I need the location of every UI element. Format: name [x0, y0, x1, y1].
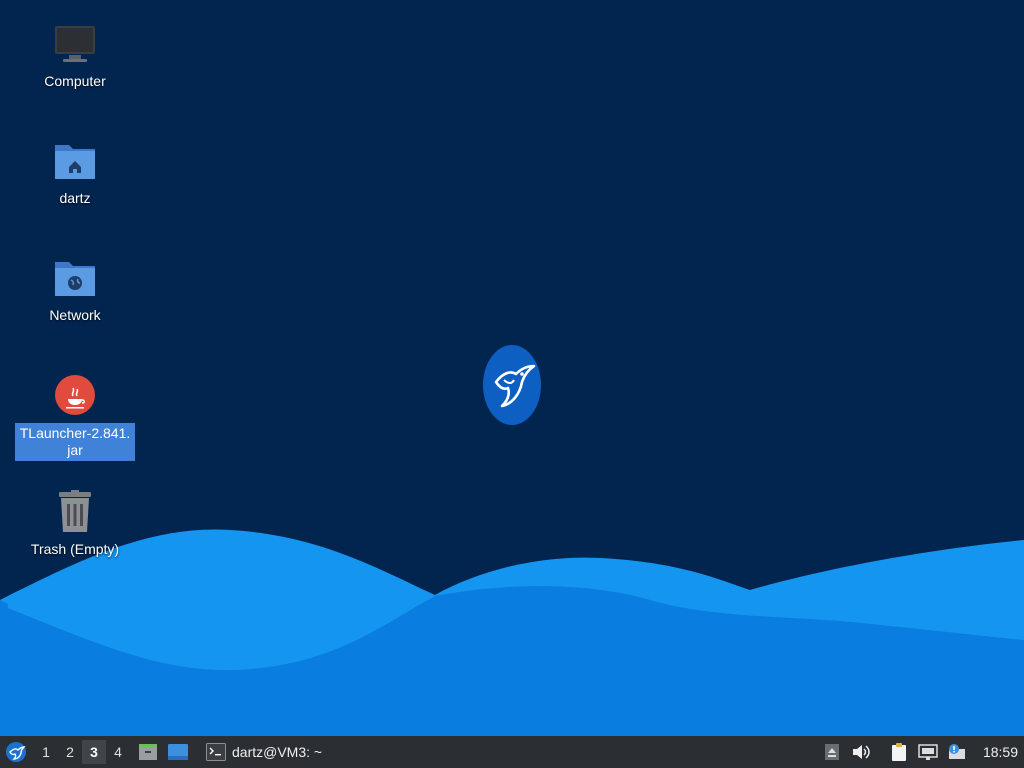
taskbar: 1 2 3 4 dartz@VM3: ~ 18:59: [0, 736, 1024, 768]
file-manager-launcher[interactable]: [136, 740, 160, 764]
network-button[interactable]: [916, 740, 940, 764]
workspace-4[interactable]: 4: [106, 740, 130, 764]
workspace-switcher: 1 2 3 4: [34, 740, 130, 764]
desktop-icon-label: TLauncher-2.841. jar: [15, 423, 135, 461]
trash-icon: [59, 490, 91, 532]
desktop-icon-label: dartz: [59, 190, 91, 206]
volume-button[interactable]: [849, 740, 873, 764]
desktop-icon-label: Computer: [44, 73, 106, 89]
file-manager-icon: [139, 744, 157, 760]
desktop-icon-label: Trash (Empty): [30, 541, 120, 557]
notification-icon: [948, 744, 965, 759]
home-folder-icon: [55, 145, 95, 179]
network-icon: [918, 744, 938, 760]
volume-icon: [852, 745, 870, 759]
network-folder-icon: [55, 262, 95, 296]
desktop-icon-tlauncher[interactable]: TLauncher-2.841. jar: [15, 371, 135, 461]
desktop-icon-computer[interactable]: Computer: [15, 20, 135, 91]
desktop-icon-label: Network: [49, 307, 101, 323]
desktop-icon-home-folder[interactable]: dartz: [15, 137, 135, 208]
desktop-icon-trash[interactable]: Trash (Empty): [15, 488, 135, 559]
start-menu-button[interactable]: [2, 738, 30, 766]
notification-button[interactable]: [945, 740, 969, 764]
distro-logo-icon: [6, 742, 26, 762]
clipboard-icon: [891, 743, 906, 761]
workspace-1[interactable]: 1: [34, 740, 58, 764]
taskbar-task-terminal[interactable]: dartz@VM3: ~: [200, 736, 328, 768]
system-tray: 18:59: [815, 736, 1024, 768]
desktop-icon: [168, 744, 188, 760]
clipboard-button[interactable]: [887, 740, 911, 764]
desktop-icon-network[interactable]: Network: [15, 254, 135, 325]
show-desktop-button[interactable]: [166, 740, 190, 764]
task-label: dartz@VM3: ~: [232, 744, 323, 760]
clock[interactable]: 18:59: [983, 744, 1018, 760]
java-icon: [55, 375, 95, 415]
eject-button[interactable]: [820, 740, 844, 764]
distro-logo: [483, 345, 541, 425]
terminal-icon: [206, 743, 226, 761]
computer-icon: [55, 26, 95, 62]
eject-icon: [824, 744, 839, 760]
workspace-2[interactable]: 2: [58, 740, 82, 764]
workspace-3[interactable]: 3: [82, 740, 106, 764]
